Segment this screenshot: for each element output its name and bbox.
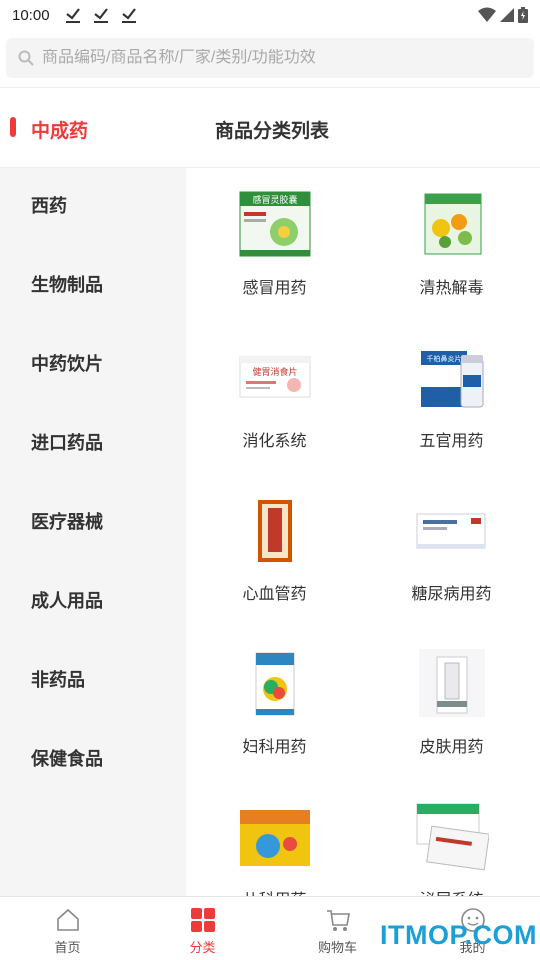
subcategory-item[interactable]: 妇科用药: [186, 627, 363, 780]
subcategory-label: 五官用药: [419, 433, 484, 450]
subcategory-item[interactable]: 千柏鼻炎片 五官用药: [363, 321, 540, 474]
subcategory-item[interactable]: 儿科用药: [186, 780, 363, 896]
nav-label: 分类: [189, 940, 216, 955]
sidebar-item[interactable]: 生物制品: [31, 270, 103, 300]
product-thumbnail: [416, 803, 489, 871]
subcategory-label: 感冒用药: [242, 280, 307, 297]
search-input[interactable]: [42, 49, 522, 67]
thumb-text: 千柏鼻炎片: [427, 354, 462, 363]
active-indicator: [10, 117, 16, 137]
subcategory-item[interactable]: 泌尿系统: [363, 780, 540, 896]
category-header: 中成药 商品分类列表: [0, 88, 540, 168]
product-thumbnail: [240, 810, 310, 866]
subcategory-label: 清热解毒: [419, 280, 484, 297]
home-icon: [57, 908, 79, 931]
sidebar-item[interactable]: 非药品: [31, 665, 85, 695]
search-bar[interactable]: [6, 38, 534, 78]
product-thumbnail: 千柏鼻炎片: [421, 351, 484, 408]
search-icon: [18, 50, 34, 66]
status-bar: 10:00: [0, 0, 540, 30]
product-thumbnail: [416, 513, 486, 549]
subcategory-label: 消化系统: [242, 433, 307, 450]
thumb-text: 感冒灵胶囊: [252, 194, 297, 206]
sidebar-item[interactable]: 西药: [31, 191, 67, 221]
subcategory-item[interactable]: 感冒灵胶囊 感冒用药: [186, 168, 363, 321]
subcategory-label: 心血管药: [242, 586, 307, 603]
subcategory-item[interactable]: 皮肤用药: [363, 627, 540, 780]
signal-icon: [500, 8, 514, 22]
status-time: 10:00: [12, 6, 50, 24]
list-title: 商品分类列表: [215, 121, 330, 142]
sidebar-item[interactable]: 成人用品: [31, 586, 103, 616]
subcategory-item[interactable]: 健胃消食片 消化系统: [186, 321, 363, 474]
nav-category[interactable]: 分类: [135, 897, 270, 960]
download-complete-icon: [93, 8, 108, 23]
subcategory-grid: 感冒灵胶囊 感冒用药 清热解毒 健胃消食片 消化系统 千柏鼻炎片 五官用药 心血…: [186, 168, 540, 896]
product-thumbnail: [258, 500, 292, 562]
wifi-icon: [478, 7, 496, 22]
sidebar-item[interactable]: 医疗器械: [31, 507, 103, 537]
nav-label: 首页: [54, 940, 81, 955]
subcategory-label: 泌尿系统: [363, 886, 540, 896]
subcategory-label: 糖尿病用药: [411, 586, 492, 603]
thumb-text: 健胃消食片: [252, 366, 297, 378]
download-complete-icon: [121, 8, 136, 23]
cart-icon: [327, 910, 350, 931]
product-thumbnail: [255, 652, 295, 716]
sidebar-item-active[interactable]: 中成药: [0, 88, 186, 168]
subcategory-item[interactable]: 清热解毒: [363, 168, 540, 321]
subcategory-label: 皮肤用药: [419, 739, 484, 756]
product-thumbnail: 感冒灵胶囊: [239, 191, 311, 257]
active-category-label: 中成药: [31, 121, 89, 142]
sidebar-item[interactable]: 保健食品: [31, 744, 103, 774]
download-complete-icon: [65, 8, 80, 23]
product-thumbnail: [419, 649, 485, 717]
nav-home[interactable]: 首页: [0, 897, 135, 960]
subcategory-item[interactable]: 心血管药: [186, 474, 363, 627]
category-icon: [191, 908, 215, 932]
watermark: ITMOP.COM: [380, 920, 538, 950]
subcategory-label: 妇科用药: [242, 739, 307, 756]
product-thumbnail: 健胃消食片: [239, 356, 311, 398]
sidebar-item[interactable]: 进口药品: [31, 428, 103, 458]
product-thumbnail: [424, 193, 482, 255]
subcategory-item[interactable]: 糖尿病用药: [363, 474, 540, 627]
category-sidebar: 西药 生物制品 中药饮片 进口药品 医疗器械 成人用品 非药品 保健食品: [0, 168, 186, 896]
status-indicators: [478, 7, 528, 23]
sidebar-item[interactable]: 中药饮片: [31, 349, 103, 379]
battery-icon: [518, 7, 528, 23]
subcategory-label: 儿科用药: [186, 886, 363, 896]
